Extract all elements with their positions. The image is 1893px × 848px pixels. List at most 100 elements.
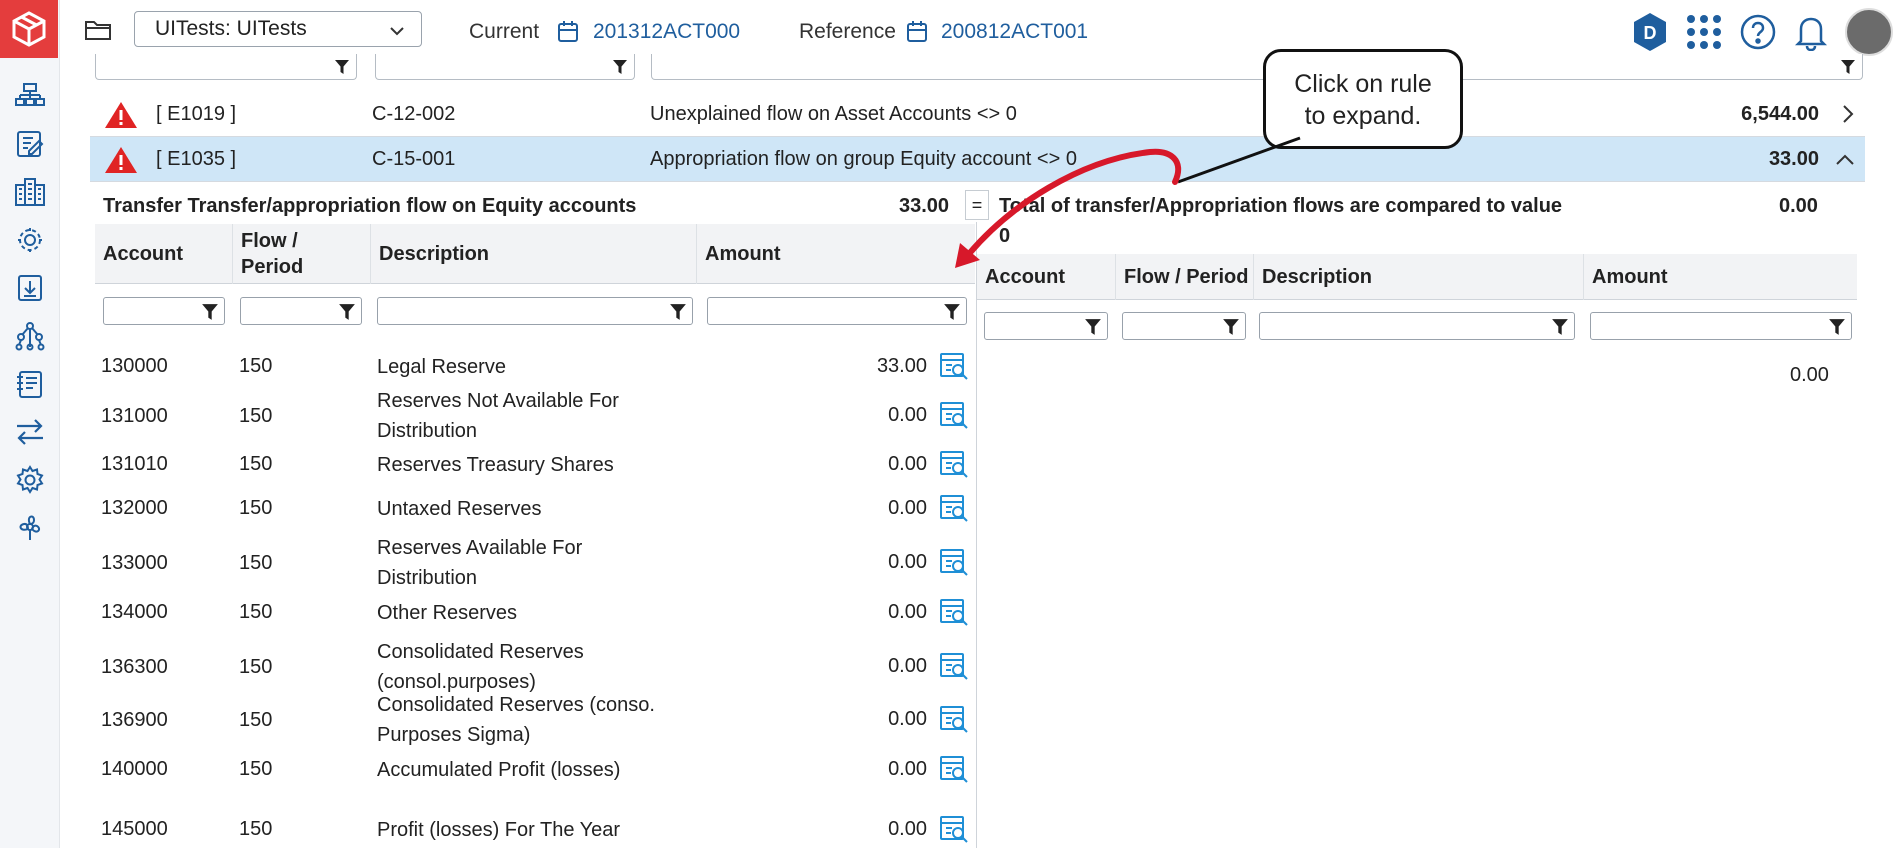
help-icon[interactable] bbox=[1739, 13, 1777, 51]
filter-icon[interactable] bbox=[1828, 318, 1846, 341]
nav-automation-icon[interactable] bbox=[10, 216, 50, 264]
cell-description: Reserves Treasury Shares bbox=[377, 454, 614, 476]
right-table-total: 0.00 bbox=[1790, 364, 1829, 386]
column-header-flow[interactable]: Flow / Period bbox=[232, 224, 342, 284]
app-logo[interactable] bbox=[0, 0, 58, 58]
nav-journal-icon[interactable] bbox=[10, 360, 50, 408]
table-row[interactable]: 130000 150 Legal Reserve 33.00 bbox=[95, 347, 975, 387]
table-row[interactable]: 145000 150 Profit (losses) For The Year 0.0… bbox=[95, 810, 975, 848]
notifications-bell-icon[interactable] bbox=[1793, 13, 1829, 51]
table-row[interactable]: 136900 150 Consolidated Reserves (conso. P… bbox=[95, 690, 975, 752]
rule-amount: 6,544.00 bbox=[1741, 102, 1819, 125]
filter-icon[interactable] bbox=[1551, 318, 1569, 341]
calendar-icon[interactable] bbox=[557, 20, 579, 49]
cell-flow: 150 bbox=[239, 405, 273, 427]
cell-flow: 150 bbox=[239, 497, 273, 519]
filter-input-description[interactable] bbox=[1259, 312, 1575, 340]
cell-description: Untaxed Reserves bbox=[377, 498, 542, 520]
left-panel-total: 33.00 bbox=[899, 195, 950, 217]
apps-grid-icon[interactable] bbox=[1685, 13, 1723, 51]
nav-process-icon[interactable] bbox=[10, 72, 50, 120]
user-avatar[interactable] bbox=[1845, 8, 1893, 56]
filter-input-amount[interactable] bbox=[1590, 312, 1852, 340]
rule-row-selected[interactable]: [ E1035 ] C-15-001 Appropriation flow on… bbox=[90, 137, 1865, 182]
reference-label: Reference bbox=[799, 20, 896, 43]
filter-input-amount[interactable] bbox=[707, 297, 967, 325]
rule-reference: C-12-002 bbox=[372, 102, 456, 125]
column-header-amount[interactable]: Amount bbox=[696, 224, 975, 284]
drilldown-icon[interactable] bbox=[939, 651, 969, 687]
table-row[interactable]: 133000 150 Reserves Available For Distribu… bbox=[95, 533, 975, 595]
cell-amount: 0.00 bbox=[888, 818, 927, 840]
cell-account: 131010 bbox=[101, 453, 168, 475]
filter-input-account[interactable] bbox=[984, 312, 1108, 340]
cell-account: 133000 bbox=[101, 552, 168, 574]
drilldown-icon[interactable] bbox=[939, 754, 969, 790]
filter-icon[interactable] bbox=[1222, 318, 1240, 341]
filter-input-flow[interactable] bbox=[1122, 312, 1246, 340]
brand-shield-icon[interactable]: D bbox=[1631, 11, 1669, 53]
cell-description: Legal Reserve bbox=[377, 356, 506, 378]
nav-import-icon[interactable] bbox=[10, 264, 50, 312]
filter-input-flow[interactable] bbox=[240, 297, 362, 325]
entity-select[interactable]: UITests: UITests bbox=[134, 11, 422, 47]
filter-icon[interactable] bbox=[612, 59, 628, 80]
filter-input[interactable] bbox=[95, 54, 357, 80]
nav-transfer-icon[interactable] bbox=[10, 408, 50, 456]
chevron-up-icon[interactable] bbox=[1835, 149, 1855, 172]
nav-network-icon[interactable] bbox=[10, 504, 50, 552]
chevron-right-icon[interactable] bbox=[1841, 104, 1855, 130]
calendar-icon[interactable] bbox=[906, 20, 928, 49]
filter-icon[interactable] bbox=[201, 303, 219, 326]
drilldown-icon[interactable] bbox=[939, 547, 969, 583]
cell-amount: 0.00 bbox=[888, 404, 927, 426]
callout-text-line2: to expand. bbox=[1304, 102, 1422, 130]
current-period-link[interactable]: 201312ACT000 bbox=[593, 20, 740, 44]
rule-code: [ E1019 ] bbox=[156, 102, 237, 125]
rule-row[interactable]: [ E1019 ] C-12-002 Unexplained flow on A… bbox=[90, 92, 1865, 137]
drilldown-icon[interactable] bbox=[939, 493, 969, 529]
filter-input-description[interactable] bbox=[377, 297, 693, 325]
filter-icon[interactable] bbox=[669, 303, 687, 326]
rule-amount: 33.00 bbox=[1768, 147, 1819, 170]
column-header-account[interactable]: Account bbox=[95, 224, 232, 284]
drilldown-icon[interactable] bbox=[939, 351, 969, 387]
drilldown-icon[interactable] bbox=[939, 704, 969, 740]
column-header-flow[interactable]: Flow / Period bbox=[1115, 254, 1253, 300]
filter-input-account[interactable] bbox=[103, 297, 225, 325]
right-panel-total: 0.00 bbox=[1779, 195, 1818, 217]
cell-account: 134000 bbox=[101, 601, 168, 623]
cell-account: 136900 bbox=[101, 709, 168, 731]
column-header-description[interactable]: Description bbox=[370, 224, 696, 284]
table-row[interactable]: 132000 150 Untaxed Reserves 0.00 bbox=[95, 489, 975, 529]
table-row[interactable]: 131010 150 Reserves Treasury Shares 0.00 bbox=[95, 445, 975, 485]
filter-icon[interactable] bbox=[1084, 318, 1102, 341]
callout-text-line1: Click on rule bbox=[1294, 70, 1432, 98]
filter-input[interactable] bbox=[375, 54, 635, 80]
table-row[interactable]: 131000 150 Reserves Not Available For Dist… bbox=[95, 386, 975, 448]
table-row[interactable]: 140000 150 Accumulated Profit (losses) 0.00 bbox=[95, 750, 975, 790]
filter-input[interactable] bbox=[651, 54, 1863, 80]
column-header-amount[interactable]: Amount bbox=[1583, 254, 1857, 300]
filter-icon[interactable] bbox=[943, 303, 961, 326]
filter-icon[interactable] bbox=[334, 59, 350, 80]
folder-icon[interactable] bbox=[84, 18, 112, 47]
filter-icon[interactable] bbox=[1840, 59, 1856, 80]
drilldown-icon[interactable] bbox=[939, 449, 969, 485]
drilldown-icon[interactable] bbox=[939, 597, 969, 633]
nav-entities-icon[interactable] bbox=[10, 168, 50, 216]
cell-flow: 150 bbox=[239, 758, 273, 780]
drilldown-icon[interactable] bbox=[939, 400, 969, 436]
nav-settings-icon[interactable] bbox=[10, 456, 50, 504]
reference-period-link[interactable]: 200812ACT001 bbox=[941, 20, 1088, 44]
filter-icon[interactable] bbox=[338, 303, 356, 326]
table-row[interactable]: 134000 150 Other Reserves 0.00 bbox=[95, 593, 975, 633]
drilldown-icon[interactable] bbox=[939, 814, 969, 848]
rule-description: Unexplained flow on Asset Accounts <> 0 bbox=[650, 102, 1017, 125]
column-header-description[interactable]: Description bbox=[1253, 254, 1583, 300]
cell-flow: 150 bbox=[239, 818, 273, 840]
nav-edit-icon[interactable] bbox=[10, 120, 50, 168]
cell-flow: 150 bbox=[239, 552, 273, 574]
column-header-account[interactable]: Account bbox=[977, 254, 1115, 300]
nav-hierarchy-icon[interactable] bbox=[10, 312, 50, 360]
